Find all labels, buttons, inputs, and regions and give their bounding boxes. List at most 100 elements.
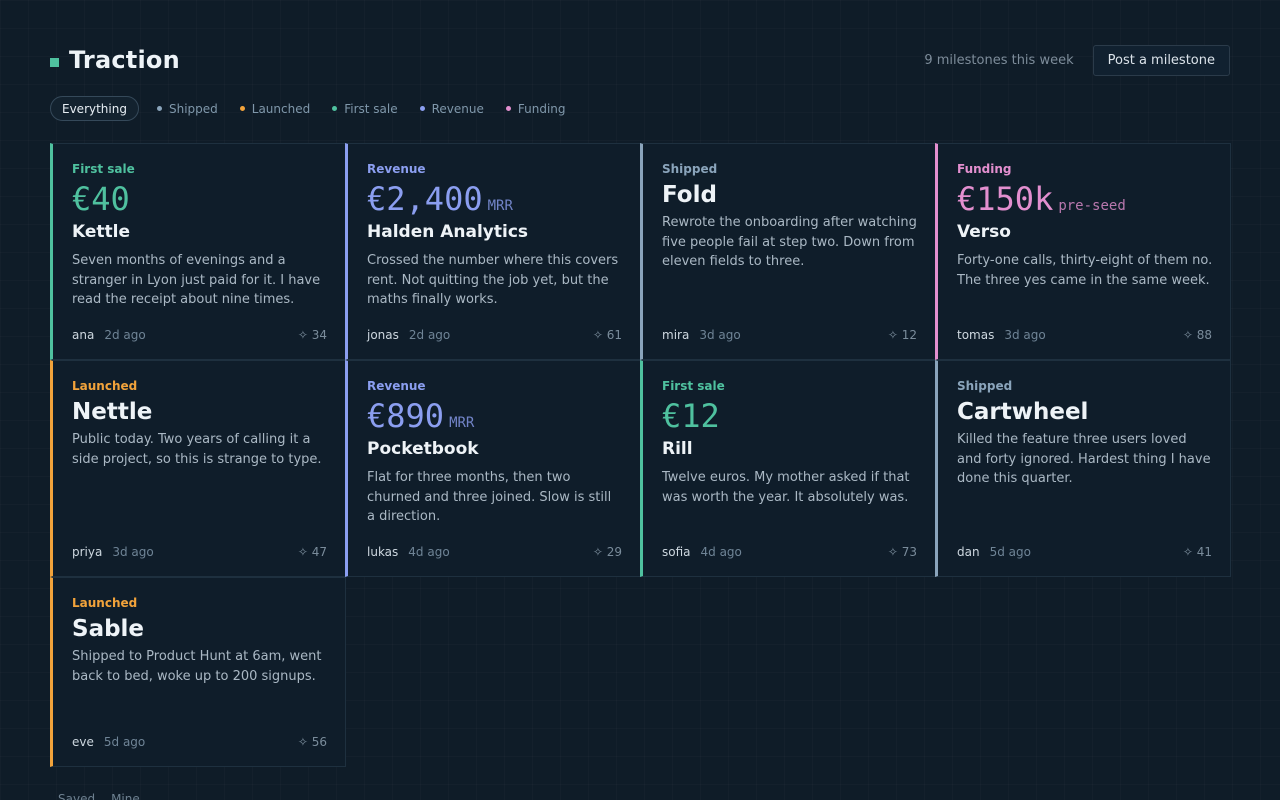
card-category: Shipped [957, 379, 1013, 393]
card-author[interactable]: sofia [662, 545, 691, 559]
milestone-card-sable[interactable]: Launched Sable Shipped to Product Hunt a… [50, 577, 346, 767]
filter-label: Shipped [168, 101, 218, 116]
dot-icon [419, 106, 425, 111]
card-time: 4d ago [408, 545, 450, 559]
card-author[interactable]: lukas [367, 545, 398, 559]
milestone-card-kettle[interactable]: First sale €40 Kettle Seven months of ev… [50, 143, 346, 360]
card-amount-suffix: MRR [449, 415, 475, 431]
filter-label: Launched [251, 101, 311, 116]
filter-label: Funding [517, 101, 566, 116]
card-description: Crossed the number where this covers ren… [367, 253, 619, 307]
card-score[interactable]: ✧ 29 [593, 545, 622, 559]
card-name: Pocketbook [367, 439, 479, 459]
milestone-card-halden-analytics[interactable]: Revenue €2,400 MRR Halden Analytics Cros… [345, 143, 641, 360]
card-name: Sable [72, 616, 145, 642]
card-amount-row: €12 [662, 399, 917, 433]
dot-icon [332, 106, 338, 111]
card-score[interactable]: ✧ 56 [298, 735, 327, 749]
card-category: First sale [72, 162, 135, 176]
bottom-tabs: Saved Mine [58, 792, 156, 800]
filter-label: First sale [344, 101, 398, 116]
card-amount-row: €2,400 MRR [367, 182, 622, 216]
card-category: Funding [957, 162, 1012, 176]
card-amount-suffix: MRR [487, 198, 513, 214]
card-author[interactable]: ana [72, 328, 94, 342]
page-header: Traction 9 milestones this week Post a m… [50, 43, 1230, 77]
tab-saved[interactable]: Saved [58, 792, 95, 800]
card-time: 4d ago [700, 545, 742, 559]
milestone-card-nettle[interactable]: Launched Nettle Public today. Two years … [50, 360, 346, 577]
milestone-card-verso[interactable]: Funding €150k pre-seed Verso Forty-one c… [935, 143, 1231, 360]
milestone-card-fold[interactable]: Shipped Fold Rewrote the onboarding afte… [640, 143, 936, 360]
card-author[interactable]: jonas [367, 328, 399, 342]
card-author[interactable]: tomas [957, 328, 994, 342]
brand-square-icon [50, 57, 59, 67]
card-name: Kettle [72, 222, 131, 242]
card-author[interactable]: mira [662, 328, 689, 342]
card-footer: lukas 4d ago ✧ 29 [367, 545, 622, 559]
card-category: First sale [662, 379, 725, 393]
milestone-card-pocketbook[interactable]: Revenue €890 MRR Pocketbook Flat for thr… [345, 360, 641, 577]
card-footer: tomas 3d ago ✧ 88 [957, 328, 1212, 342]
filter-first-sale[interactable]: First sale [332, 101, 398, 116]
filter-shipped[interactable]: Shipped [156, 101, 218, 116]
milestone-card-rill[interactable]: First sale €12 Rill Twelve euros. My mot… [640, 360, 936, 577]
card-time: 5d ago [989, 545, 1031, 559]
card-author[interactable]: priya [72, 545, 102, 559]
card-time: 2d ago [104, 328, 146, 342]
card-amount-row: €150k pre-seed [957, 182, 1212, 216]
milestone-card-cartwheel[interactable]: Shipped Cartwheel Killed the feature thr… [935, 360, 1231, 577]
card-description: Seven months of evenings and a stranger … [72, 253, 321, 307]
card-description: Killed the feature three users loved and… [957, 432, 1211, 486]
page-title: Traction [69, 46, 180, 74]
filter-revenue[interactable]: Revenue [419, 101, 484, 116]
card-name: Verso [957, 222, 1011, 242]
card-score[interactable]: ✧ 34 [298, 328, 327, 342]
card-description: Public today. Two years of calling it a … [72, 432, 322, 467]
card-author[interactable]: eve [72, 735, 94, 749]
card-score[interactable]: ✧ 73 [888, 545, 917, 559]
card-footer: priya 3d ago ✧ 47 [72, 545, 327, 559]
card-time: 5d ago [103, 735, 146, 749]
card-name: Nettle [72, 399, 153, 425]
card-score[interactable]: ✧ 88 [1183, 328, 1212, 342]
card-description: Shipped to Product Hunt at 6am, went bac… [72, 649, 322, 684]
card-score[interactable]: ✧ 12 [888, 328, 917, 342]
dot-icon [156, 106, 162, 111]
filter-funding[interactable]: Funding [505, 101, 566, 116]
card-score[interactable]: ✧ 47 [298, 545, 327, 559]
card-category: Revenue [367, 379, 426, 393]
tab-mine[interactable]: Mine [111, 792, 140, 800]
card-description: Flat for three months, then two churned … [367, 470, 612, 524]
card-score[interactable]: ✧ 41 [1183, 545, 1212, 559]
card-name: Cartwheel [957, 399, 1089, 425]
dot-icon [505, 106, 511, 111]
card-description: Rewrote the onboarding after watching fi… [662, 215, 917, 269]
card-description: Forty-one calls, thirty-eight of them no… [957, 253, 1213, 288]
card-footer: jonas 2d ago ✧ 61 [367, 328, 622, 342]
card-author[interactable]: dan [957, 545, 980, 559]
filter-bar: Everything Shipped Launched First sale R… [50, 96, 588, 121]
card-amount-row: €40 [72, 182, 327, 216]
filter-label: Revenue [431, 101, 484, 116]
filter-launched[interactable]: Launched [239, 101, 311, 116]
card-footer: dan 5d ago ✧ 41 [957, 545, 1212, 559]
header-actions: 9 milestones this week Post a milestone [924, 44, 1230, 76]
card-footer: ana 2d ago ✧ 34 [72, 328, 327, 342]
card-name: Rill [662, 439, 693, 459]
filter-everything[interactable]: Everything [50, 96, 139, 121]
card-amount: €12 [662, 397, 720, 435]
week-count: 9 milestones this week [924, 52, 1074, 68]
card-score[interactable]: ✧ 61 [593, 328, 622, 342]
dot-icon [239, 106, 245, 111]
post-milestone-button[interactable]: Post a milestone [1092, 44, 1230, 76]
card-description: Twelve euros. My mother asked if that wa… [662, 470, 910, 505]
card-category: Launched [72, 379, 138, 393]
card-amount: €890 [367, 397, 445, 435]
card-category: Shipped [662, 162, 718, 176]
brand: Traction [50, 46, 180, 74]
card-amount: €150k [957, 180, 1054, 218]
card-footer: sofia 4d ago ✧ 73 [662, 545, 917, 559]
card-category: Launched [72, 596, 138, 610]
card-category: Revenue [367, 162, 426, 176]
